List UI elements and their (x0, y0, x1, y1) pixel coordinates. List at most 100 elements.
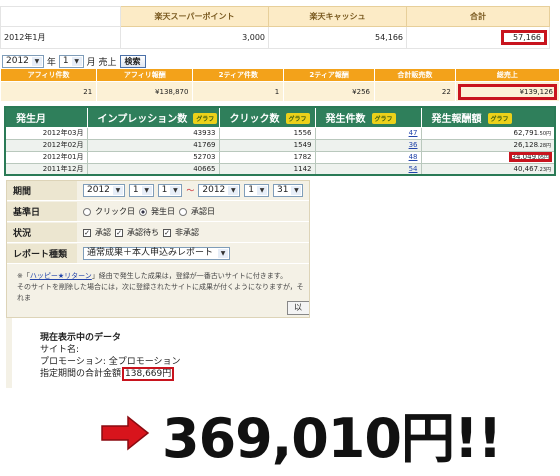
year-unit: 年 (46, 57, 56, 68)
col-header: 楽天スーパーポイント (120, 6, 269, 27)
col-header: 2ティア報酬 (283, 68, 375, 82)
total-sales-highlight: ¥139,126 (457, 83, 557, 100)
report-filter-form: 期間 2012 ▼ 1 ▼ 1 ▼ ～ 2012 ▼ 1 ▼ 31 ▼ 基準日 クリック日 … (6, 180, 310, 318)
cell: 47 (314, 126, 422, 140)
col-header: 楽天キャッシュ (268, 6, 407, 27)
search-button[interactable]: 検索 (119, 54, 146, 68)
month-value: 1 (62, 55, 69, 66)
checkbox-approved[interactable]: ✓ (83, 228, 91, 237)
report-type-select[interactable]: 通常成果＋本人申込みレポート ▼ (83, 247, 231, 260)
cell: ¥139,126 (454, 81, 560, 102)
col-header: 発生報酬額 グラフ (420, 106, 556, 128)
to-year-select[interactable]: 2012 ▼ (198, 184, 241, 197)
graph-button[interactable]: グラフ (193, 113, 218, 125)
period-total-row: 指定期間の合計金額:138,669円 (40, 367, 181, 381)
chevron-down-icon: ▼ (141, 186, 152, 195)
panel-edge (6, 318, 12, 388)
field-label: 状況 (7, 223, 77, 242)
cell: 22 (374, 81, 456, 102)
year-value: 2012 (6, 55, 29, 66)
header-label: インプレッション数 (97, 113, 188, 125)
cell: 21 (0, 81, 98, 102)
month-selector-bar: 2012 ▼ 年 1 ▼ 月 売上 検索 (2, 54, 146, 68)
radio-approve-date[interactable] (179, 207, 187, 216)
col-header: 発生件数 グラフ (314, 106, 422, 128)
grand-total: 369,010円!! (162, 406, 502, 470)
site-name: サイト名: (40, 345, 80, 355)
cell: 36 (314, 138, 422, 152)
radio-click-date[interactable] (83, 207, 91, 216)
count-link[interactable]: 36 (409, 141, 418, 149)
period-row: 期間 2012 ▼ 1 ▼ 1 ▼ ～ 2012 ▼ 1 ▼ 31 ▼ (7, 181, 309, 201)
to-month-select[interactable]: 1 ▼ (244, 184, 270, 197)
header-label: クリック数 (229, 113, 280, 125)
period-controls: 2012 ▼ 1 ▼ 1 ▼ ～ 2012 ▼ 1 ▼ 31 ▼ (77, 184, 304, 197)
cell: 40,467.23円 (420, 162, 556, 176)
select-value: 1 (161, 185, 168, 195)
happy-return-link[interactable]: ハッピー★リターン (30, 272, 92, 280)
from-day-select[interactable]: 1 ▼ (157, 184, 183, 197)
amount-fraction: .28円 (538, 143, 551, 149)
checkbox-pending[interactable]: ✓ (115, 228, 123, 237)
cell: 1142 (218, 162, 316, 176)
to-day-select[interactable]: 31 ▼ (273, 184, 304, 197)
month-select[interactable]: 1 ▼ (58, 54, 84, 68)
cell: 1556 (218, 126, 316, 140)
header-label: 発生月 (16, 113, 46, 125)
cell: 2011年12月 (4, 162, 88, 176)
basis-options: クリック日 発生日 承認日 (77, 206, 215, 217)
cell: 41769 (86, 138, 220, 152)
table-row: 2012年01月 52703 1782 48 34,049.05円 (4, 150, 556, 164)
radio-occur-date[interactable] (139, 207, 147, 216)
from-year-select[interactable]: 2012 ▼ (83, 184, 125, 197)
radio-label: クリック日 (95, 207, 135, 216)
header-label: 発生件数 (325, 113, 366, 125)
range-tilde: ～ (186, 186, 195, 195)
from-month-select[interactable]: 1 ▼ (128, 184, 154, 197)
col-header: クリック数 グラフ (218, 106, 316, 128)
field-label: 基準日 (7, 202, 77, 221)
count-link[interactable]: 47 (409, 129, 418, 137)
cell: ¥256 (283, 81, 375, 102)
affiliate-sales-table: アフィリ件数 アフィリ報酬 2ティア件数 2ティア報酬 合計販売数 総売上 21… (0, 68, 560, 102)
total-label: 指定期間の合計金額: (40, 369, 125, 379)
year-select[interactable]: 2012 ▼ (2, 54, 44, 68)
graph-button[interactable]: グラフ (285, 113, 310, 125)
select-value: 31 (277, 185, 289, 195)
col-header (0, 6, 121, 27)
status-row: 状況 ✓ 承認 ✓ 承認待ち ✓ 非承認 (7, 223, 309, 243)
status-options: ✓ 承認 ✓ 承認待ち ✓ 非承認 (77, 227, 199, 238)
report-type-row: レポート種類 通常成果＋本人申込みレポート ▼ (7, 244, 309, 264)
cell: 54 (314, 162, 422, 176)
col-header: 2ティア件数 (192, 68, 285, 82)
month-unit: 月 売上 (86, 57, 117, 68)
graph-button[interactable]: グラフ (371, 113, 396, 125)
current-data-summary: 現在表示中のデータ サイト名: プロモーション: 全プロモーション 指定期間の合… (40, 332, 181, 381)
select-value: 2012 (202, 185, 226, 195)
col-header: 総売上 (454, 68, 560, 82)
amount-fraction: .50円 (538, 131, 551, 137)
count-link[interactable]: 54 (409, 165, 418, 173)
table-row: 21 ¥138,870 1 ¥256 22 ¥139,126 (0, 81, 560, 102)
checkbox-label: 承認 (95, 228, 111, 237)
select-value: 2012 (87, 185, 110, 195)
row-month: 2012年1月 (0, 26, 121, 49)
amount-fraction: .05円 (536, 155, 549, 161)
count-link[interactable]: 48 (409, 153, 418, 161)
submit-button[interactable]: 以 (287, 301, 309, 315)
graph-button[interactable]: グラフ (487, 113, 512, 125)
col-header: 合計 (406, 6, 550, 27)
total-highlight: 57,166 (501, 30, 547, 45)
note-line: 」経由で発生した成果は，登録が一番古いサイトに付きます。 (91, 272, 288, 280)
cell: 2012年01月 (4, 150, 88, 164)
report-type-control: 通常成果＋本人申込みレポート ▼ (77, 247, 231, 260)
cell: 26,128.28円 (420, 138, 556, 152)
table-row: 2012年02月 41769 1549 36 26,128.28円 (4, 138, 556, 152)
amount-fraction: .23円 (538, 166, 551, 173)
total-amount-highlight: 138,669円 (122, 367, 175, 381)
select-value: 1 (132, 185, 139, 195)
chevron-down-icon: ▼ (257, 186, 268, 195)
table-row: 2012年1月 3,000 54,166 57,166 (0, 26, 550, 49)
cell: 2012年02月 (4, 138, 88, 152)
checkbox-rejected[interactable]: ✓ (163, 228, 171, 237)
